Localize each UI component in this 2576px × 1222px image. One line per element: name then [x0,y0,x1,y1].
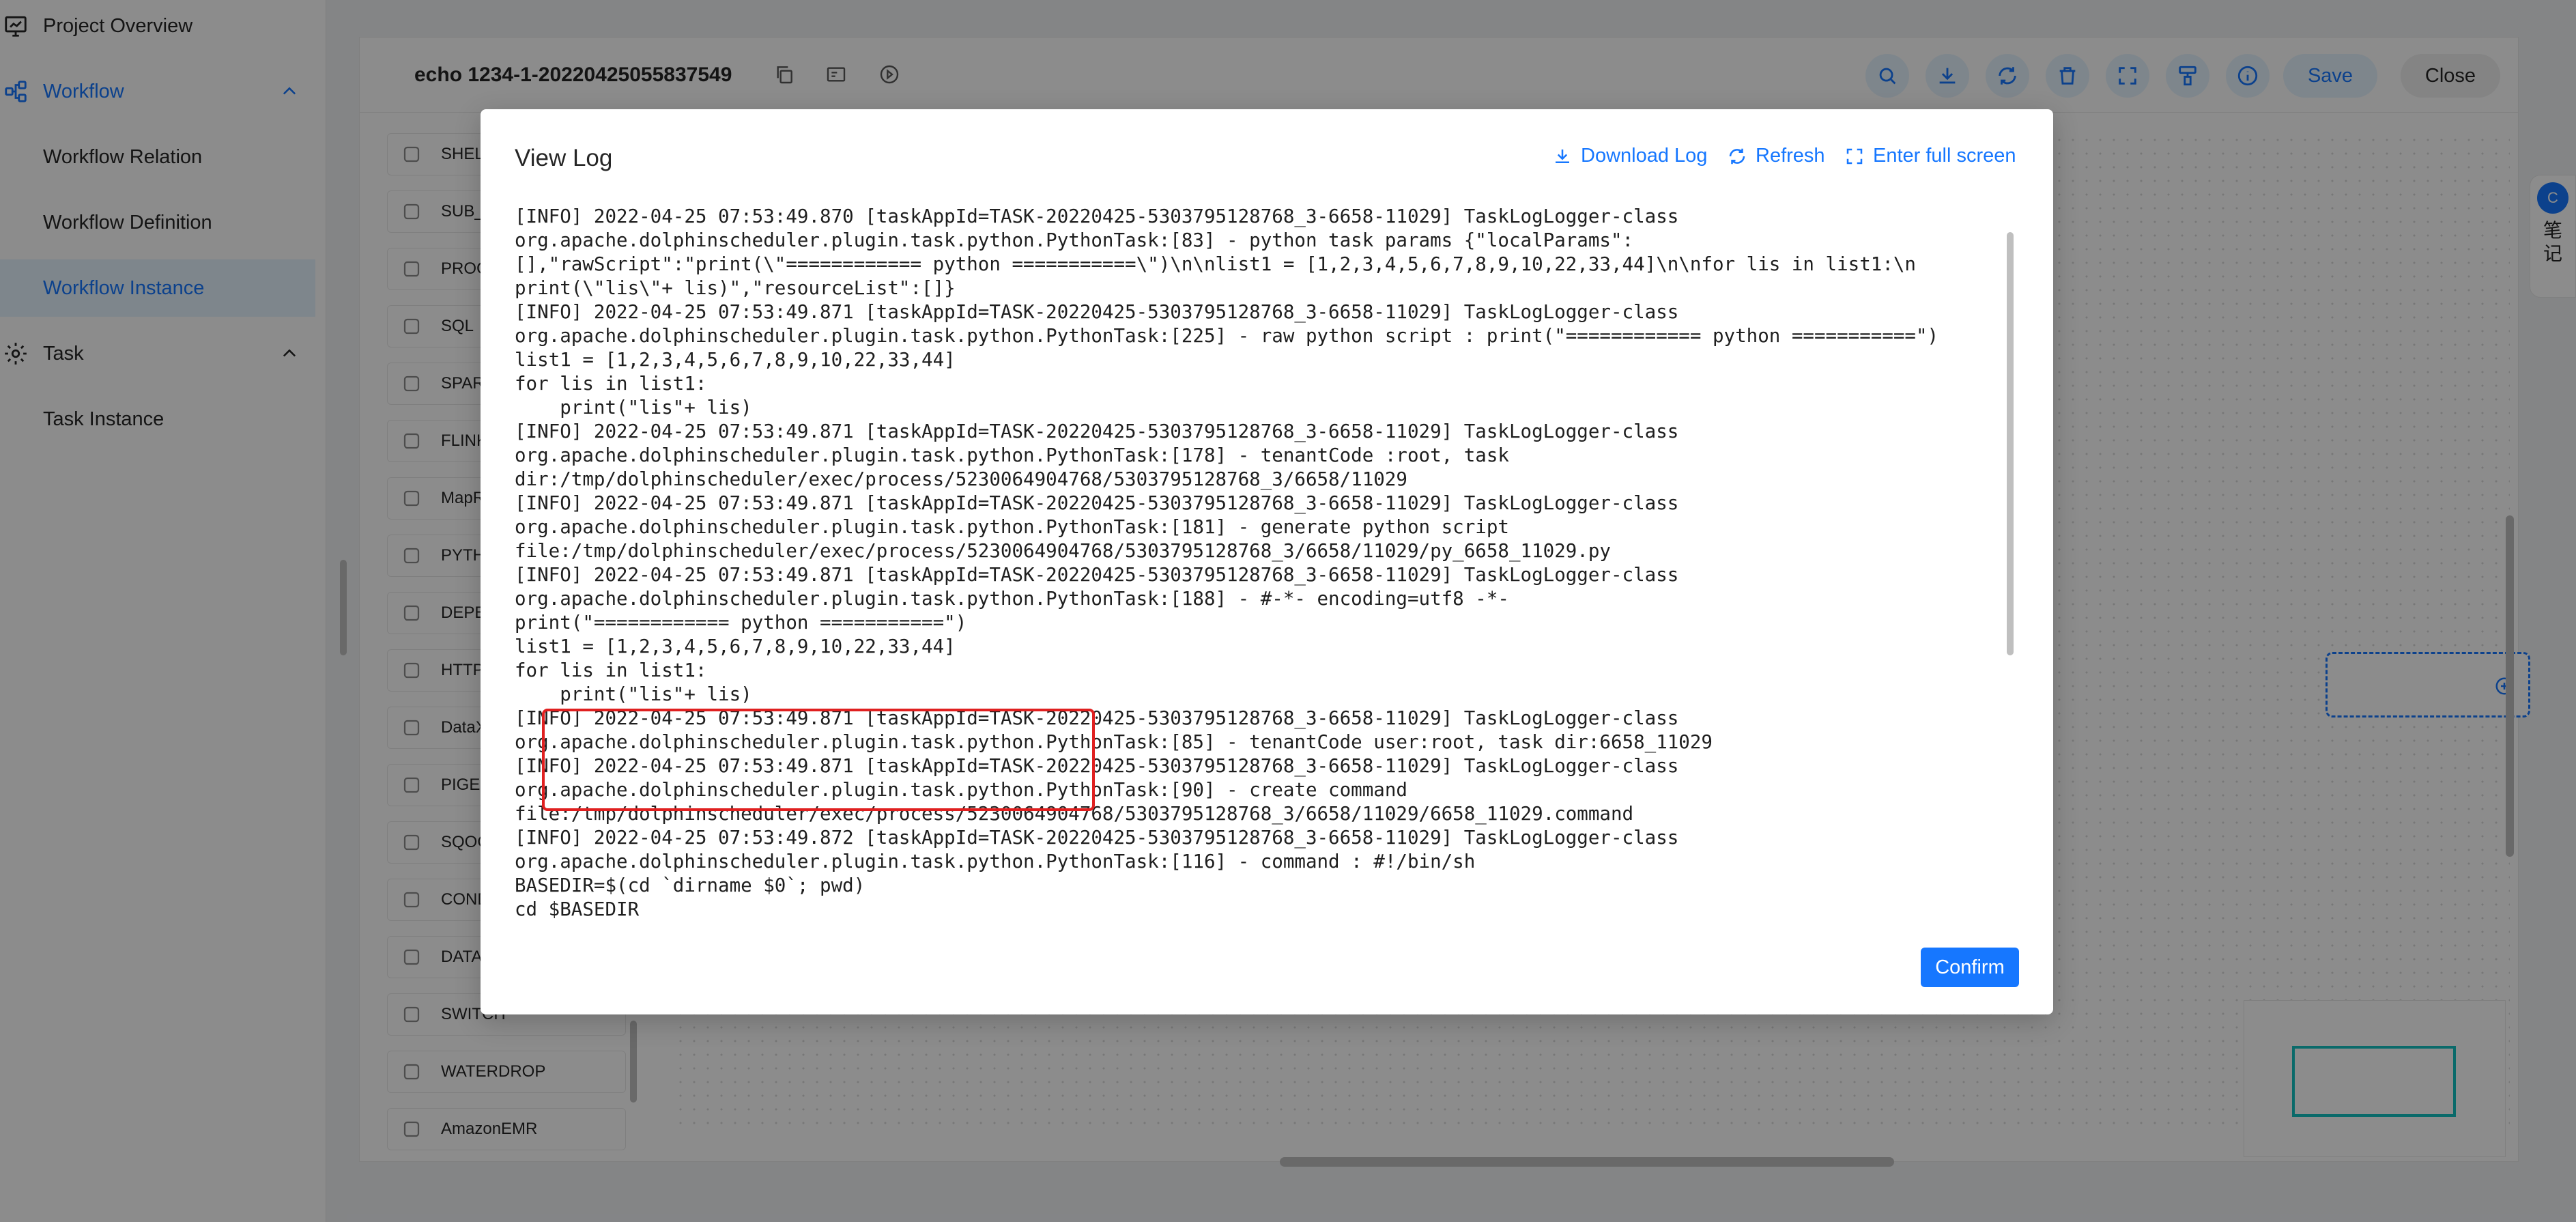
log-viewport[interactable]: [INFO] 2022-04-25 07:53:49.870 [taskAppI… [515,205,1996,1034]
refresh-label: Refresh [1756,145,1825,167]
log-scrollbar[interactable] [2007,232,2014,655]
modal-title: View Log [515,145,613,171]
download-log-link[interactable]: Download Log [1552,145,1707,167]
refresh-link[interactable]: Refresh [1727,145,1825,167]
highlight-annotation [542,709,1095,811]
confirm-button[interactable]: Confirm [1921,948,2019,987]
enter-full-screen-link[interactable]: Enter full screen [1844,145,2016,167]
view-log-modal: View Log Download Log Refresh Enter full… [481,109,2053,1014]
fullscreen-label: Enter full screen [1873,145,2016,167]
log-panel[interactable]: [INFO] 2022-04-25 07:53:49.870 [taskAppI… [515,205,2016,1034]
fullscreen-icon [1846,148,1863,164]
refresh-icon [1729,148,1745,164]
download-icon [1556,149,1569,163]
log-content: [INFO] 2022-04-25 07:53:49.870 [taskAppI… [515,205,1939,920]
download-log-label: Download Log [1581,145,1708,167]
